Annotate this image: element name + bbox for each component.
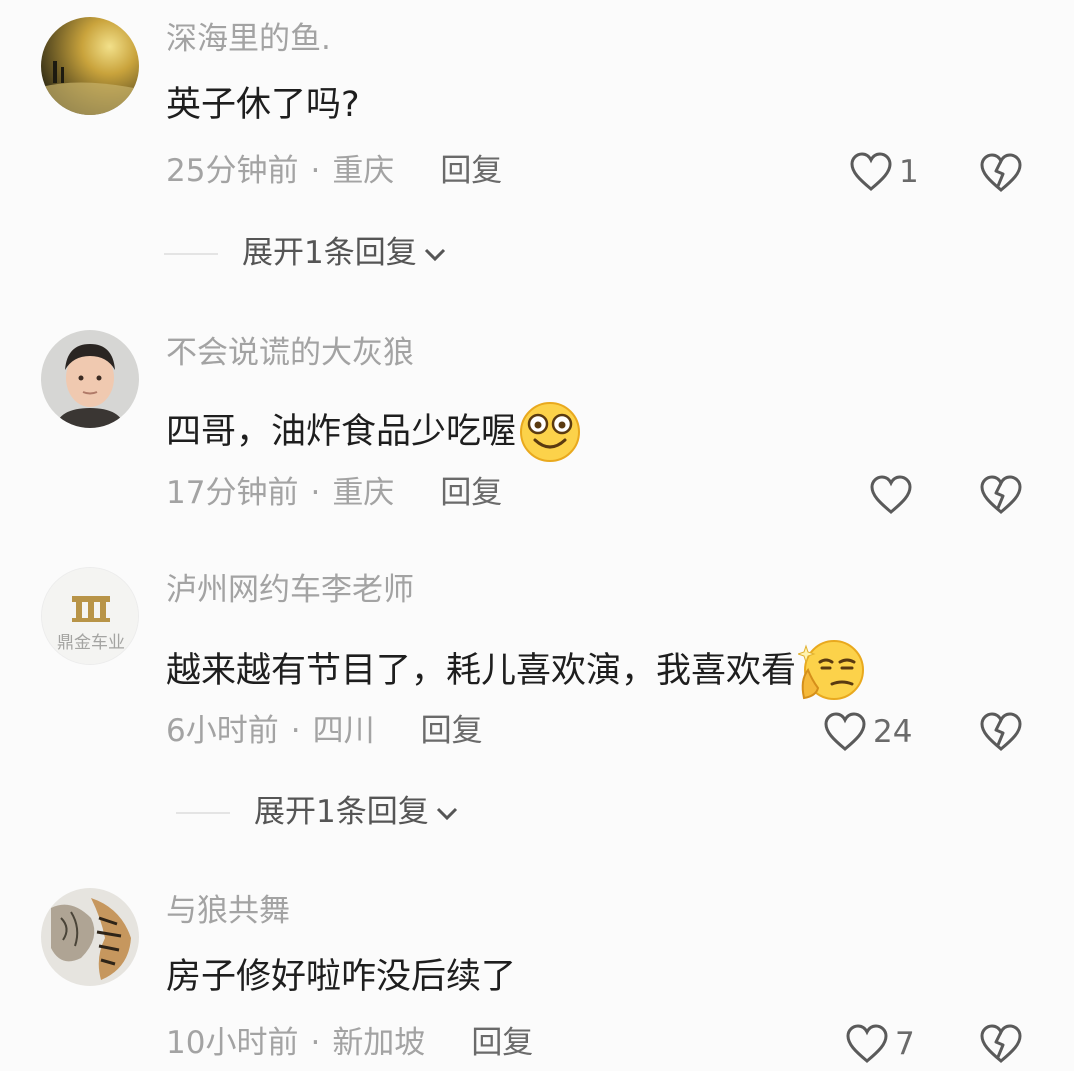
location: 新加坡	[332, 1025, 426, 1061]
avatar[interactable]	[41, 888, 139, 986]
location: 四川	[312, 713, 375, 749]
heart-outline-icon	[850, 152, 892, 191]
timestamp: 17分钟前	[166, 475, 299, 511]
comment-text-body: 英子休了吗?	[166, 85, 360, 125]
chevron-down-icon	[436, 807, 457, 820]
like-count: 24	[873, 713, 913, 750]
timestamp: 25分钟前	[166, 153, 299, 189]
broken-heart-icon[interactable]	[979, 1023, 1023, 1065]
username[interactable]: 深海里的鱼.	[166, 24, 331, 55]
timestamp: 10小时前	[166, 1025, 299, 1061]
comment-meta: 6小时前 · 四川 回复	[166, 716, 483, 747]
location: 重庆	[332, 153, 395, 189]
separator: ·	[310, 1025, 321, 1061]
broken-heart-icon[interactable]	[979, 152, 1023, 194]
heart-outline-icon	[870, 475, 912, 514]
like-button[interactable]	[869, 474, 919, 516]
heart-outline-icon	[824, 712, 866, 751]
like-count: 1	[899, 153, 919, 190]
reply-button[interactable]: 回复	[471, 1028, 533, 1059]
smile-emoji	[520, 402, 581, 462]
like-button[interactable]: 24	[823, 711, 912, 753]
comment-meta: 25分钟前 · 重庆 回复	[166, 156, 502, 187]
comment-text-body: 四哥，油炸食品少吃喔	[166, 411, 517, 452]
like-button[interactable]: 7	[845, 1023, 915, 1065]
thinking-emoji	[798, 640, 865, 700]
like-button[interactable]: 1	[849, 151, 919, 193]
expand-replies-button[interactable]: 展开1条回复	[164, 238, 449, 269]
comment-meta: 17分钟前 · 重庆 回复	[166, 478, 502, 509]
reply-button[interactable]: 回复	[440, 478, 502, 509]
expand-replies-label: 展开1条回复	[242, 235, 417, 271]
reply-button[interactable]: 回复	[421, 716, 483, 747]
comment-meta: 10小时前 · 新加坡 回复	[166, 1028, 533, 1059]
avatar-logo-text: 鼎金车业	[57, 633, 125, 653]
comment-text: 房子修好啦咋没后续了	[166, 960, 516, 995]
username[interactable]: 与狼共舞	[166, 896, 290, 927]
username[interactable]: 不会说谎的大灰狼	[166, 338, 414, 369]
location: 重庆	[332, 475, 395, 511]
avatar[interactable]	[41, 330, 139, 428]
divider-line	[176, 811, 230, 814]
timestamp: 6小时前	[166, 713, 279, 749]
comment-text-body: 越来越有节目了，耗儿喜欢演，我喜欢看	[166, 650, 797, 691]
chevron-down-icon	[424, 248, 445, 261]
expand-replies-button[interactable]: 展开1条回复	[176, 797, 461, 828]
comment-text: 越来越有节目了，耗儿喜欢演，我喜欢看	[166, 640, 866, 702]
comment-text: 英子休了吗?	[166, 88, 360, 123]
divider-line	[164, 252, 218, 255]
separator: ·	[310, 153, 321, 189]
separator: ·	[290, 713, 301, 749]
heart-outline-icon	[846, 1024, 888, 1063]
expand-replies-label: 展开1条回复	[254, 794, 429, 830]
broken-heart-icon[interactable]	[979, 711, 1023, 753]
avatar[interactable]	[41, 17, 139, 115]
avatar[interactable]: 鼎金车业	[41, 567, 139, 665]
separator: ·	[310, 475, 321, 511]
reply-button[interactable]: 回复	[440, 156, 502, 187]
like-count: 7	[895, 1025, 915, 1062]
broken-heart-icon[interactable]	[979, 474, 1023, 516]
comment-text: 四哥，油炸食品少吃喔	[166, 402, 582, 462]
username[interactable]: 泸州网约车李老师	[166, 575, 414, 606]
comment-text-body: 房子修好啦咋没后续了	[166, 957, 517, 997]
